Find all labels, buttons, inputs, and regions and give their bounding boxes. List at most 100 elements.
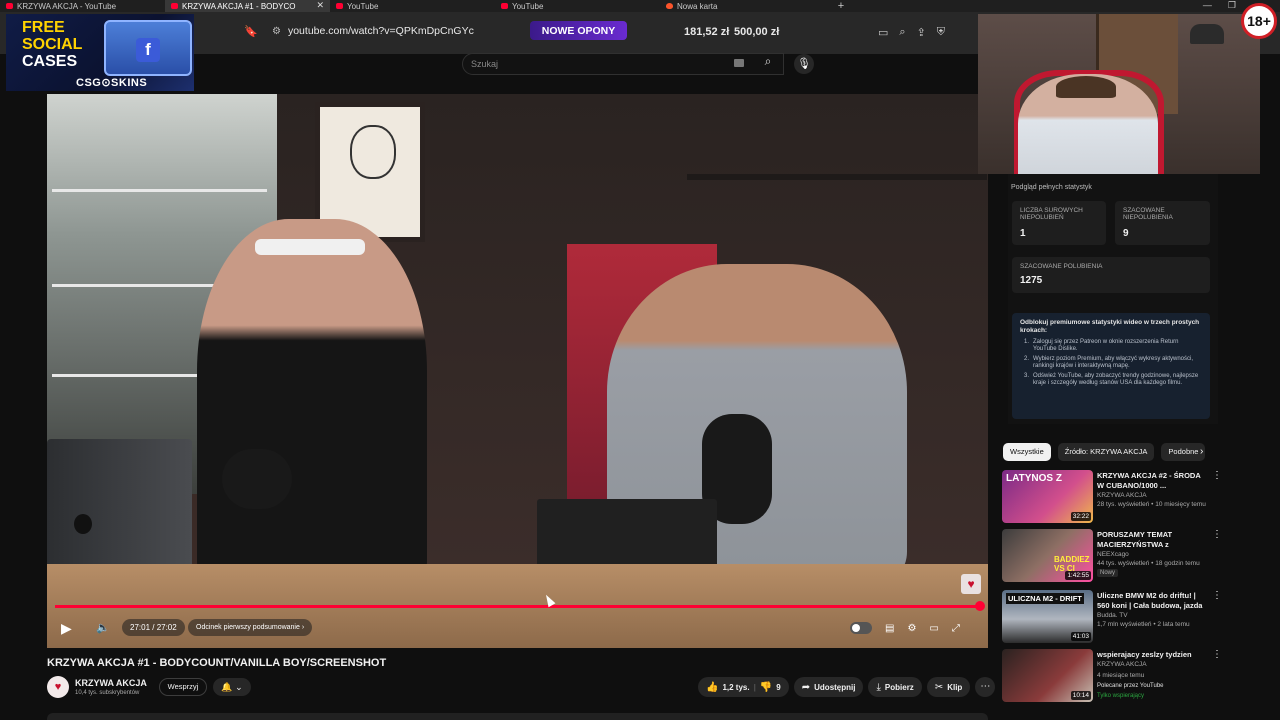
video-thumbnail[interactable]: ULICZNA M2 - DRIFT 41:03: [1002, 590, 1093, 643]
clip-button[interactable]: ✂ Klip: [926, 677, 971, 697]
description-box[interactable]: [47, 713, 988, 720]
estimated-likes-card: SZACOWANE POLUBIENIA 1275: [1012, 257, 1210, 293]
video-actions: 👍 1,2 tys. | 👎 9 ➦ Udostępnij ⤓ Pobierz ✂ Klip …: [698, 677, 996, 697]
duration-badge: 32:22: [1070, 512, 1091, 521]
unlock-step: 1. Zaloguj się przez Patreon w oknie rozs…: [1024, 339, 1179, 352]
progress-scrubber[interactable]: [975, 601, 985, 611]
browser-tab[interactable]: Nowa karta: [660, 0, 825, 12]
recommended-video[interactable]: ULICZNA M2 - DRIFT 41:03 Uliczne BMW M2 …: [1002, 590, 1222, 646]
rec-channel: KRZYWA AKCJA: [1097, 492, 1147, 499]
progress-bar[interactable]: [55, 601, 985, 611]
volume-icon[interactable]: 🔈: [96, 621, 110, 634]
wallet-balance-secondary: 500,00 zł: [734, 26, 780, 38]
shield-icon[interactable]: ⛨: [937, 26, 945, 39]
rec-title[interactable]: PORUSZAMY TEMAT MACIERZYŃSTWA z BADDIEZ!…: [1097, 530, 1207, 550]
video-player[interactable]: ♥: [47, 94, 988, 648]
stats-header[interactable]: Podgląd pełnych statystyk: [1011, 184, 1092, 191]
more-options-icon[interactable]: ⋮: [1212, 590, 1222, 601]
bookmark-icon[interactable]: 🔖: [244, 25, 258, 38]
subscriber-count: 10,4 tys. subskrybentów: [75, 690, 140, 696]
channel-name[interactable]: KRZYWA AKCJA: [75, 678, 147, 688]
youtube-favicon-icon: [501, 3, 508, 9]
scissors-icon: ✂: [934, 681, 944, 693]
ad-brand: CSG⊙SKINS: [76, 77, 148, 89]
subtitles-icon[interactable]: ▤: [885, 623, 894, 634]
chip-source[interactable]: Źródło: KRZYWA AKCJA: [1057, 443, 1155, 461]
video-thumbnail[interactable]: BADDIEZ VS CI 1:42:55: [1002, 529, 1093, 582]
unlock-step: 3. Odśwież YouTube, aby zobaczyć trendy g…: [1024, 373, 1199, 386]
promo-button[interactable]: NOWE OPONY: [530, 21, 627, 40]
minimize-icon[interactable]: —: [1203, 0, 1212, 11]
bell-icon: 🔔: [221, 682, 233, 692]
channel-watermark-icon[interactable]: ♥: [961, 574, 981, 594]
new-badge: Nowy: [1097, 569, 1119, 577]
download-button[interactable]: ⤓ Pobierz: [868, 677, 922, 697]
cast-icon[interactable]: ▭: [878, 26, 888, 39]
url-field[interactable]: ⚙ youtube.com/watch?v=QPKmDpCnGYc: [272, 25, 474, 37]
duration-badge: 1:42:55: [1065, 571, 1091, 580]
channel-avatar[interactable]: ♥: [47, 676, 69, 698]
rec-meta: 4 miesiące temu: [1097, 672, 1145, 679]
fullscreen-icon[interactable]: ⤢: [952, 623, 960, 634]
chevron-right-icon[interactable]: ›: [1200, 446, 1203, 457]
theater-mode-icon[interactable]: ▭: [929, 623, 938, 634]
raw-dislikes-card: LICZBA SUROWYCH NIEPOLUBIEŃ 1: [1012, 201, 1106, 245]
play-icon[interactable]: ▶: [61, 620, 72, 637]
video-title: KRZYWA AKCJA #1 - BODYCOUNT/VANILLA BOY/…: [47, 657, 387, 669]
youtube-favicon-icon: [6, 3, 13, 9]
unlock-step: 2. Wybierz poziom Premium, aby włączyć wy…: [1024, 356, 1193, 369]
site-settings-icon[interactable]: ⚙: [272, 26, 281, 37]
thumbs-down-icon[interactable]: 👎: [760, 682, 772, 693]
microphone-icon[interactable]: 🎙: [794, 54, 814, 74]
support-button[interactable]: Wesprzyj: [159, 678, 207, 696]
share-icon[interactable]: ⇪: [917, 26, 926, 39]
close-tab-icon[interactable]: ✕: [316, 0, 324, 11]
notifications-button[interactable]: 🔔 ⌄: [213, 678, 251, 696]
recommended-video[interactable]: LATYNOS Z 32:22 KRZYWA AKCJA #2 - ŚRODA …: [1002, 470, 1222, 526]
video-thumbnail[interactable]: 10:14: [1002, 649, 1093, 702]
zoom-icon[interactable]: ⌕: [899, 26, 905, 39]
recommended-video[interactable]: 10:14 wspierajacy zeslzy tydzien KRZYWA …: [1002, 649, 1222, 705]
browser-tab[interactable]: YouTube: [495, 0, 660, 12]
toolbar-icons: ▭ ⌕ ⇪ ⛨: [878, 26, 945, 39]
age-rating-badge: 18+: [1241, 3, 1277, 39]
unlock-title: Odblokuj premiumowe statystyki wideo w t…: [1020, 319, 1200, 334]
chapter-button[interactable]: Odcinek pierwszy podsumowanie ›: [188, 619, 313, 636]
duration-badge: 41:03: [1070, 632, 1091, 641]
chest-icon: f: [104, 20, 192, 76]
csgo-skins-ad[interactable]: FREE SOCIAL CASES f CSG⊙SKINS: [6, 14, 194, 91]
chip-all[interactable]: Wszystkie: [1003, 443, 1051, 461]
settings-icon[interactable]: ⚙: [907, 623, 916, 634]
browser-tab-active[interactable]: KRZYWA AKCJA #1 - BODYCO ✕: [165, 0, 330, 12]
like-button[interactable]: 👍 1,2 tys. | 👎 9: [698, 677, 789, 697]
share-button[interactable]: ➦ Udostępnij: [793, 677, 864, 697]
rec-meta: 1,7 mln wyświetleń • 2 lata temu: [1097, 621, 1190, 628]
more-actions-icon[interactable]: ⋯: [975, 677, 996, 697]
share-arrow-icon: ➦: [801, 681, 811, 693]
recommendation-chips: Wszystkie Źródło: KRZYWA AKCJA Podobne: [1003, 443, 1206, 461]
rec-meta: 28 tys. wyświetleń • 10 miesięcy temu: [1097, 501, 1206, 508]
new-tab-button[interactable]: +: [831, 0, 851, 12]
more-options-icon[interactable]: ⋮: [1212, 470, 1222, 481]
rec-title[interactable]: Uliczne BMW M2 do driftu! | 560 koni | C…: [1097, 591, 1207, 611]
restore-icon[interactable]: ❐: [1228, 0, 1236, 11]
more-options-icon[interactable]: ⋮: [1212, 529, 1222, 540]
tab-label: KRZYWA AKCJA - YouTube: [17, 1, 117, 11]
youtube-favicon-icon: [336, 3, 343, 9]
rec-title[interactable]: KRZYWA AKCJA #2 - ŚRODA W CUBANO/1000 ..…: [1097, 471, 1207, 491]
autoplay-toggle[interactable]: [850, 622, 872, 634]
browser-tab-strip: KRZYWA AKCJA - YouTube KRZYWA AKCJA #1 -…: [0, 0, 1280, 12]
host-left: [197, 219, 427, 599]
browser-tab[interactable]: YouTube: [330, 0, 495, 12]
rec-title[interactable]: wspierajacy zeslzy tydzien: [1097, 650, 1207, 660]
search-icon[interactable]: ⌕: [755, 54, 781, 74]
video-thumbnail[interactable]: LATYNOS Z 32:22: [1002, 470, 1093, 523]
browser-tab[interactable]: KRZYWA AKCJA - YouTube: [0, 0, 165, 12]
keyboard-icon[interactable]: [734, 59, 744, 67]
chip-similar[interactable]: Podobne: [1161, 443, 1206, 461]
recommended-video[interactable]: BADDIEZ VS CI 1:42:55 PORUSZAMY TEMAT MA…: [1002, 529, 1222, 585]
premium-unlock-box: Odblokuj premiumowe statystyki wideo w t…: [1012, 313, 1210, 419]
more-options-icon[interactable]: ⋮: [1212, 649, 1222, 660]
streamer-webcam: [978, 14, 1260, 174]
chapter-label: Odcinek pierwszy podsumowanie: [196, 624, 300, 631]
